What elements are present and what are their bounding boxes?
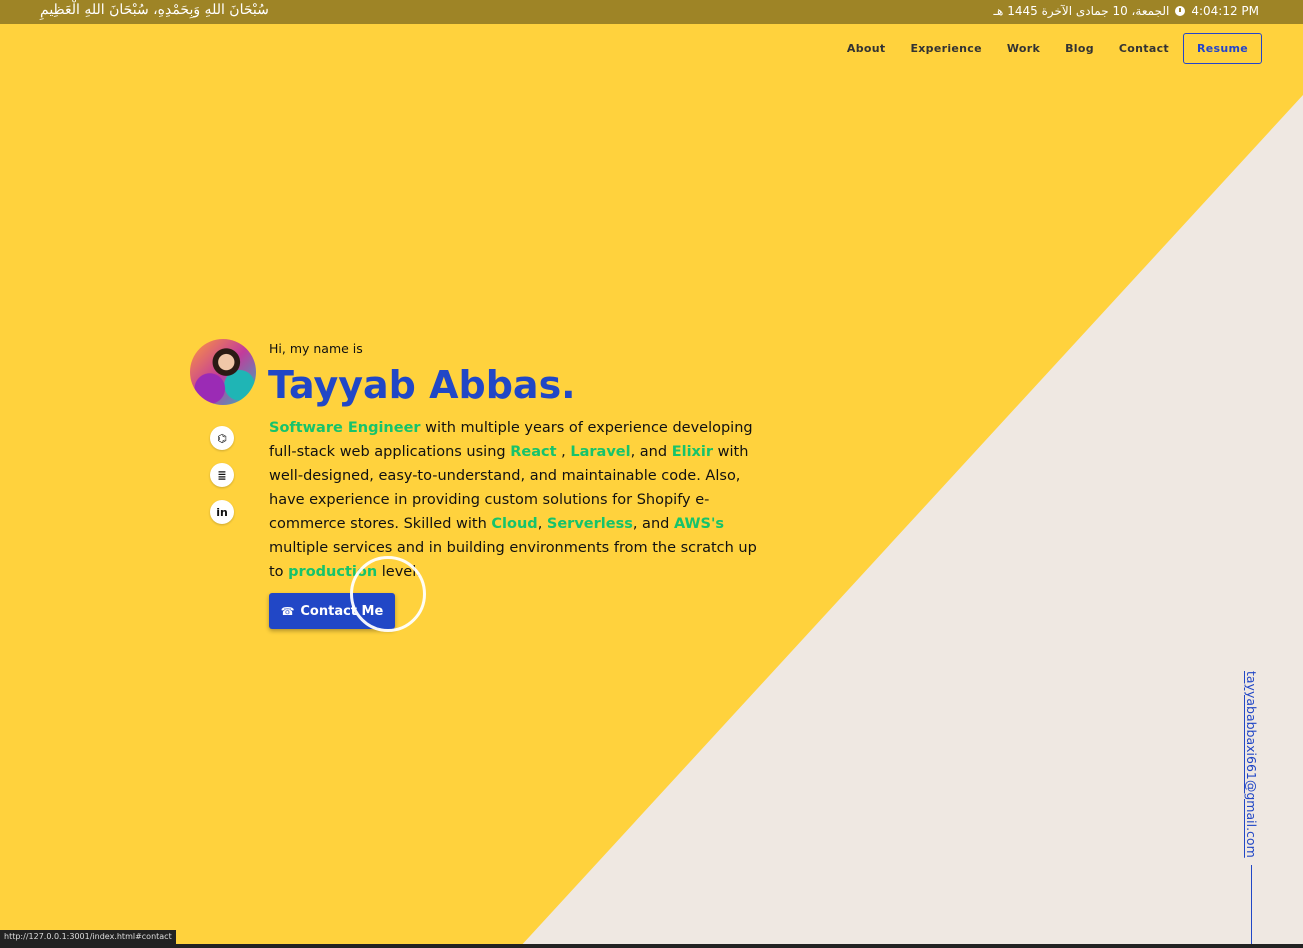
phone-icon: ☎ [280,604,295,618]
nav-link-experience[interactable]: Experience [910,42,981,55]
clock-icon [1175,6,1186,16]
bio-highlight: AWS's [673,516,725,532]
bio-text: , [556,444,571,460]
bio-highlight: Elixir [671,444,714,460]
main-nav: About Experience Work Blog Contact Resum… [822,33,1262,64]
bio-text: , [537,516,547,532]
stackoverflow-icon[interactable]: ≣ [210,463,234,487]
nav-link-about[interactable]: About [847,42,886,55]
hijri-date: الجمعة، 10 جمادى الآخرة 1445 هـ [993,4,1170,18]
bio-highlight: Laravel [570,444,631,460]
date-time: الجمعة، 10 جمادى الآخرة 1445 هـ 4:04:12 … [994,4,1259,18]
dhikr-text: سُبْحَانَ اللهِ وَبِحَمْدِهِ، سُبْحَانَ … [40,2,269,18]
intro-text: Hi, my name is [269,341,363,356]
bio-highlight: React [510,444,557,460]
bio-text: , and [630,444,672,460]
browser-status-url: http://127.0.0.1:3001/index.html#contact [0,930,176,944]
current-time: 4:04:12 PM [1191,4,1259,18]
avatar [190,339,256,405]
bio-highlight: Software Engineer [269,420,421,436]
side-divider-line [1251,865,1252,948]
bio-paragraph: Software Engineer with multiple years of… [269,416,764,584]
bottom-edge [0,944,1303,948]
nav-link-blog[interactable]: Blog [1065,42,1094,55]
side-email-link[interactable]: tayyababbaxi661@gmail.com [1244,671,1259,858]
social-links: ⌬ ≣ in [210,426,234,524]
bio-highlight: Cloud [491,516,538,532]
linkedin-icon[interactable]: in [210,500,234,524]
github-icon[interactable]: ⌬ [210,426,234,450]
bio-highlight: Serverless [546,516,633,532]
top-info-bar: سُبْحَانَ اللهِ وَبِحَمْدِهِ، سُبْحَانَ … [0,0,1303,24]
page-title: Tayyab Abbas. [268,363,576,407]
bio-text: , and [632,516,674,532]
nav-link-contact[interactable]: Contact [1119,42,1169,55]
cursor-highlight-ring [350,556,426,632]
nav-link-work[interactable]: Work [1007,42,1040,55]
resume-button[interactable]: Resume [1182,33,1262,64]
